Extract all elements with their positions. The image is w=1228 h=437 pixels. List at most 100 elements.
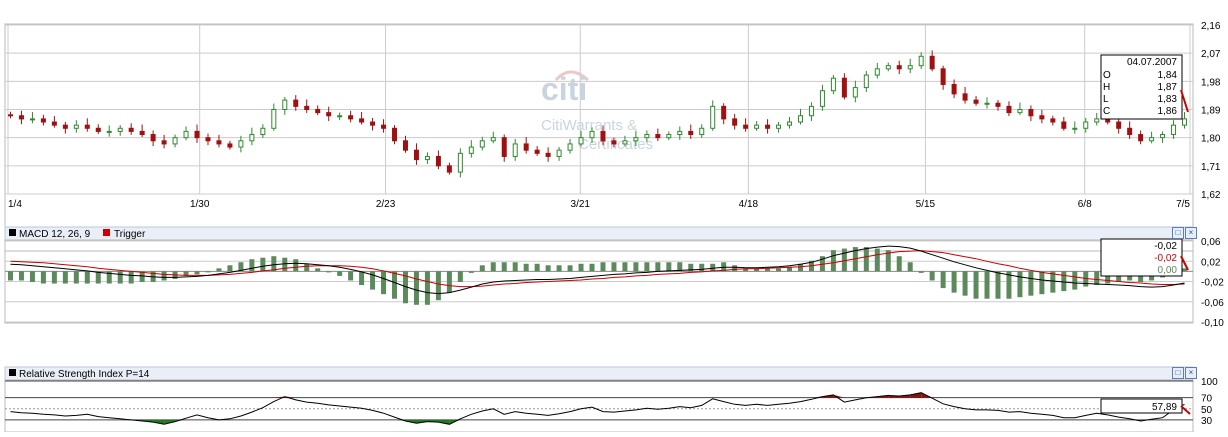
candle (161, 134, 167, 149)
candle-body (556, 149, 562, 157)
ohlc-label-o: O (1103, 70, 1111, 81)
macd-maximize-icon[interactable]: □ (1172, 227, 1184, 239)
price-x-tick: 7/5 (1176, 199, 1190, 210)
macd-hist-bar (611, 262, 617, 272)
candle-body (677, 130, 683, 136)
macd-hist-bar (282, 257, 288, 272)
rsi-header-bar (4, 366, 1194, 381)
candle-body (699, 127, 705, 136)
candle-body (172, 137, 178, 145)
macd-hist-bar (326, 271, 332, 273)
candle-body (139, 130, 145, 136)
macd-hist-bar (468, 271, 474, 273)
macd-hist-bar (523, 263, 529, 272)
candle-body (973, 99, 979, 104)
macd-close-icon[interactable]: × (1185, 227, 1197, 239)
candle (918, 52, 924, 70)
candle-body (589, 130, 595, 139)
macd-hist-bar (194, 271, 200, 275)
macd-grid (5, 240, 1193, 323)
macd-y-tick: -0,02 (1201, 278, 1224, 289)
macd-hist-bar (1182, 268, 1188, 272)
rsi-y-tick: 100 (1201, 377, 1218, 388)
macd-hist-bar (424, 271, 430, 305)
price-y-axis: 2,16 2,07 1,98 1,89 1,80 1,71 1,62 (1201, 21, 1221, 201)
macd-hist-bar (1094, 271, 1100, 286)
candle-body (1138, 134, 1144, 142)
candle (1171, 120, 1177, 139)
candle-body (1182, 118, 1188, 126)
macd-y-tick: 0,02 (1201, 257, 1221, 268)
macd-hist-bar (249, 259, 255, 272)
candle (435, 150, 441, 170)
rsi-y-axis: 100 705030 (1201, 377, 1218, 427)
candle (874, 62, 880, 79)
candle-body (194, 130, 200, 139)
candle (73, 120, 79, 133)
macd-hist-bar (874, 248, 880, 272)
candle (370, 117, 376, 131)
price-y-tick: 1,62 (1201, 190, 1221, 201)
candle-body (984, 102, 990, 105)
macd-hist-bar (51, 271, 57, 284)
rsi-close-icon[interactable]: × (1185, 367, 1197, 379)
macd-hist-bar (699, 263, 705, 272)
macd-hist-bar (501, 262, 507, 272)
macd-value: -0,02 (1154, 241, 1177, 252)
candle (249, 127, 255, 146)
candle-body (315, 109, 321, 114)
candle-body (732, 118, 738, 126)
ohlc-tooltip: 04.07.2007 O H L C 1,84 1,87 1,83 1,86 (1100, 54, 1189, 120)
macd-hist-bar (929, 271, 935, 281)
macd-hist-bar (337, 271, 343, 276)
candle-body (260, 127, 266, 136)
candle (556, 147, 562, 161)
rsi-y-tick: 50 (1201, 405, 1213, 416)
candle-body (424, 155, 430, 161)
chart-stage: citi CitiWarrants & Certificates 2,16 2,0… (0, 0, 1228, 433)
candle (754, 121, 760, 131)
candle-body (1072, 127, 1078, 130)
candle-body (666, 134, 672, 139)
macd-hist-bar (73, 271, 79, 284)
candle-body (282, 99, 288, 111)
rsi-maximize-icon[interactable]: □ (1172, 367, 1184, 379)
candle (150, 130, 156, 147)
candle-body (249, 134, 255, 142)
macd-hist-bar (534, 263, 540, 272)
candle-body (1094, 118, 1100, 123)
candle (534, 146, 540, 156)
candle-body (457, 152, 463, 173)
candle (655, 128, 661, 142)
candle (381, 119, 387, 133)
candle (545, 147, 551, 162)
candle (51, 116, 57, 128)
candle-body (238, 140, 244, 148)
macd-y-tick: 0,06 (1201, 237, 1221, 248)
candle-body (644, 134, 650, 139)
macd-hist-bar (710, 263, 716, 272)
macd-hist-bar (556, 265, 562, 272)
macd-hist-bar (348, 271, 354, 281)
candle (359, 112, 365, 125)
candle (238, 135, 244, 153)
macd-hist-bar (95, 271, 101, 284)
candle (1072, 121, 1078, 134)
candle-body (567, 143, 573, 151)
candle (40, 114, 46, 126)
candle (830, 75, 836, 95)
candle (304, 99, 310, 113)
candle (765, 119, 771, 134)
candle (392, 125, 398, 145)
candle-body (655, 134, 661, 139)
candle-body (128, 127, 134, 132)
candle (819, 84, 825, 111)
candle (1094, 112, 1100, 126)
ohlc-value-o: 1,84 (1158, 70, 1178, 81)
candle (205, 133, 211, 146)
candle (743, 118, 749, 132)
candle-body (18, 115, 24, 120)
candle-body (1171, 124, 1177, 136)
macd-header-bar (4, 226, 1194, 241)
macd-hist-bar (304, 263, 310, 272)
